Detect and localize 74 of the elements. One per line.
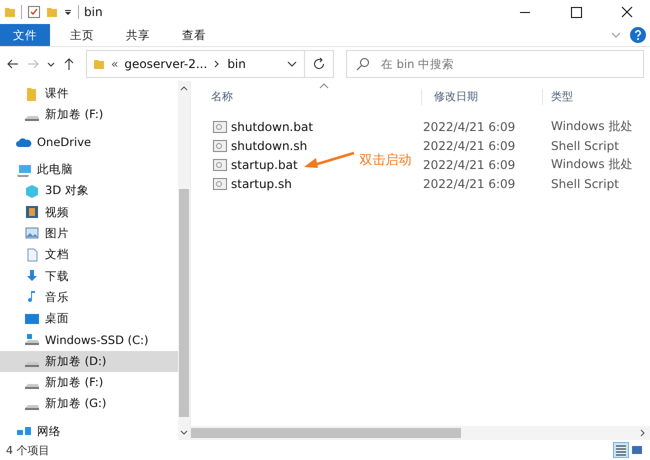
breadcrumb[interactable]: bin xyxy=(227,57,246,71)
script-file-icon xyxy=(213,178,227,190)
nav-item[interactable]: 桌面 xyxy=(0,308,178,330)
nav-item[interactable]: 此电脑 xyxy=(0,158,178,180)
type-cell: Shell Script xyxy=(551,176,619,190)
annotation-arrow xyxy=(302,150,356,168)
ribbon-tab[interactable]: 共享 xyxy=(114,24,162,46)
cube-icon xyxy=(24,184,40,198)
help-icon[interactable] xyxy=(630,27,646,43)
refresh-button[interactable] xyxy=(305,50,334,78)
date-cell-text: 2022/4/21 6:09 xyxy=(422,120,516,134)
file-name[interactable]: shutdown.bat xyxy=(231,120,314,134)
nav-item[interactable]: 课件 xyxy=(0,83,178,104)
drive-icon xyxy=(24,332,40,347)
tiles-view-icon[interactable] xyxy=(630,443,644,457)
column-header[interactable]: 修改日期 xyxy=(422,89,543,105)
drive-icon xyxy=(24,114,40,122)
refresh-icon xyxy=(312,57,326,71)
item-count: 4 个项目 xyxy=(6,442,50,458)
nav-item[interactable]: 新加卷 (D:) xyxy=(0,350,178,372)
drive-icon xyxy=(24,361,40,368)
nav-item[interactable]: 视频 xyxy=(0,201,178,223)
address-field[interactable]: « geoserver-2... bin xyxy=(86,50,305,78)
nav-item[interactable]: 下载 xyxy=(0,265,178,287)
image-icon xyxy=(24,226,40,240)
nav-item[interactable]: 网络 xyxy=(0,420,178,442)
nav-item[interactable]: 新加卷 (F:) xyxy=(0,372,178,394)
window-title: bin xyxy=(84,5,103,19)
sort-caret-icon xyxy=(319,83,329,89)
file-name[interactable]: startup.bat xyxy=(231,158,298,172)
computer-icon xyxy=(16,162,32,177)
search-field[interactable]: 在 bin 中搜索 xyxy=(346,50,644,78)
column-header[interactable]: 类型 xyxy=(543,89,573,105)
script-file-icon xyxy=(213,140,227,152)
ribbon-tab[interactable]: 文件 xyxy=(0,24,50,46)
chevron-right-icon[interactable] xyxy=(213,59,222,69)
date-cell-text: 2022/4/21 6:09 xyxy=(422,138,516,152)
monitor-icon xyxy=(24,312,40,326)
nav-item[interactable]: 新加卷 (F:) xyxy=(0,104,178,126)
folder-icon xyxy=(4,6,16,18)
dropdown-icon[interactable] xyxy=(63,7,73,17)
nav-item[interactable]: 音乐 xyxy=(0,286,178,308)
script-file-icon xyxy=(213,120,227,132)
nav-item[interactable]: 文档 xyxy=(0,244,178,266)
date-cell-text: 2022/4/21 6:09 xyxy=(422,158,516,172)
nav-item[interactable]: 3D 对象 xyxy=(0,180,178,202)
type-cell: Windows 批处 xyxy=(551,156,632,173)
ribbon-tab[interactable]: 查看 xyxy=(170,24,218,46)
scrollbar-thumb[interactable] xyxy=(179,189,189,417)
overflow-chevron[interactable]: « xyxy=(111,57,118,71)
type-cell: Shell Script xyxy=(551,138,619,152)
folder-icon xyxy=(93,58,105,70)
nav-item[interactable]: 新加卷 (G:) xyxy=(0,393,178,414)
date-cell-text: 2022/4/21 6:09 xyxy=(422,176,516,190)
column-header[interactable]: 名称 xyxy=(191,89,422,105)
drive-icon xyxy=(24,382,40,390)
nav-item[interactable]: OneDrive xyxy=(0,132,178,153)
file-name[interactable]: startup.sh xyxy=(231,176,292,190)
nav-item[interactable]: 图片 xyxy=(0,222,178,244)
drive-icon xyxy=(24,404,40,411)
scrollbar-thumb[interactable] xyxy=(191,428,461,438)
annotation-text: 双击启动 xyxy=(360,152,412,168)
file-name[interactable]: shutdown.sh xyxy=(231,138,308,152)
type-cell: Windows 批处 xyxy=(551,118,632,135)
nav-item[interactable]: Windows-SSD (C:) xyxy=(0,329,178,351)
checkbox-icon[interactable] xyxy=(27,5,41,19)
breadcrumb[interactable]: geoserver-2... xyxy=(124,57,208,71)
details-view-icon[interactable] xyxy=(614,443,628,457)
ribbon-tab[interactable]: 主页 xyxy=(58,24,106,46)
back-arrow-icon[interactable] xyxy=(6,57,20,71)
film-icon xyxy=(24,205,40,220)
up-arrow-icon[interactable] xyxy=(62,57,76,71)
script-file-icon xyxy=(213,158,227,170)
search-icon xyxy=(356,57,370,71)
